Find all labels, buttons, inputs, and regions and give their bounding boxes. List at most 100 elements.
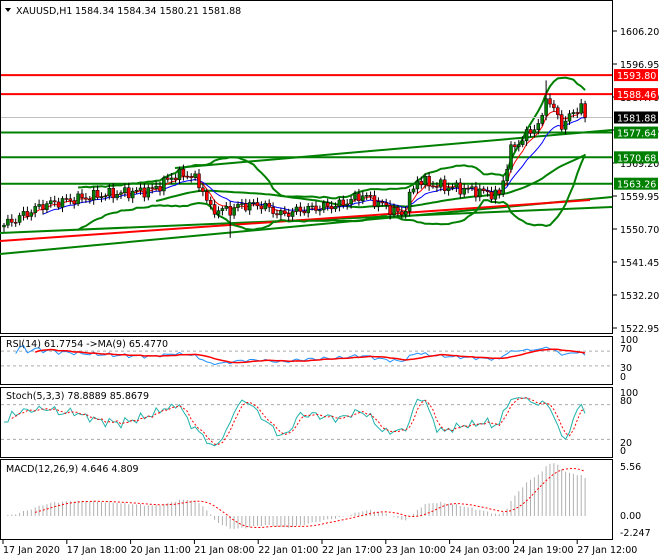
candle bbox=[212, 204, 217, 215]
candle bbox=[306, 205, 310, 214]
candle bbox=[72, 200, 76, 205]
candle bbox=[439, 179, 443, 188]
candle bbox=[372, 195, 377, 207]
candle bbox=[497, 189, 502, 195]
candle bbox=[337, 199, 342, 207]
candle bbox=[392, 207, 396, 215]
candle bbox=[119, 192, 123, 195]
candle bbox=[563, 120, 568, 130]
candle bbox=[517, 144, 521, 148]
candle bbox=[88, 198, 92, 201]
rsi-title: RSI(14) 61.7754 ->MA(9) 65.4770 bbox=[6, 339, 168, 350]
candle bbox=[501, 180, 505, 195]
candle bbox=[380, 201, 385, 204]
candle bbox=[407, 191, 412, 212]
candle bbox=[423, 175, 427, 186]
candle bbox=[396, 207, 400, 212]
time-axis-label: 20 Jan 11:00 bbox=[131, 545, 191, 556]
stoch-title: Stoch(5,3,3) 78.8889 85.8679 bbox=[6, 391, 149, 402]
candle bbox=[481, 188, 486, 191]
candle bbox=[345, 203, 349, 206]
candle bbox=[509, 144, 513, 170]
candle bbox=[364, 194, 369, 197]
candle bbox=[505, 169, 509, 182]
candle bbox=[197, 173, 201, 189]
candle bbox=[240, 203, 244, 205]
candle bbox=[548, 98, 552, 105]
candle bbox=[540, 115, 544, 124]
macd-axis-label: -2.247 bbox=[620, 528, 651, 539]
macd-axis-label: 5.56 bbox=[620, 462, 641, 473]
price-axis-label: 1550.70 bbox=[620, 225, 659, 236]
candle bbox=[64, 198, 69, 200]
candle bbox=[99, 196, 104, 198]
candle bbox=[236, 203, 240, 208]
stoch-axis-label: 0 bbox=[620, 446, 626, 457]
candle bbox=[442, 179, 447, 191]
candle bbox=[528, 129, 533, 134]
candle bbox=[318, 209, 322, 212]
candle bbox=[107, 187, 112, 197]
candle bbox=[134, 189, 139, 192]
candle bbox=[115, 194, 119, 199]
candle bbox=[275, 213, 279, 216]
price-tag-label: 1563.26 bbox=[617, 180, 656, 191]
candle bbox=[400, 211, 404, 216]
candle bbox=[166, 177, 170, 180]
candle bbox=[45, 203, 49, 210]
candle bbox=[177, 168, 182, 180]
candle bbox=[302, 211, 307, 214]
candle bbox=[95, 190, 100, 198]
time-axis-label: 17 Jan 2020 bbox=[3, 545, 60, 556]
candle bbox=[33, 206, 37, 213]
candle bbox=[559, 114, 564, 130]
candle bbox=[290, 211, 295, 217]
candle bbox=[513, 144, 517, 148]
candle bbox=[25, 211, 30, 217]
candle bbox=[127, 187, 131, 199]
price-axis-label: 1522.95 bbox=[620, 324, 659, 335]
price-tag-label: 1588.46 bbox=[617, 90, 656, 101]
candle bbox=[520, 140, 525, 145]
candle bbox=[244, 203, 248, 211]
candle bbox=[247, 202, 252, 211]
candle bbox=[259, 205, 264, 210]
candle bbox=[103, 195, 108, 198]
candle bbox=[446, 187, 451, 191]
price-tag-label: 1593.80 bbox=[617, 71, 656, 82]
time-axis-label: 24 Jan 03:00 bbox=[450, 545, 510, 556]
candle bbox=[41, 204, 45, 210]
candle bbox=[431, 185, 435, 188]
candle bbox=[333, 206, 338, 210]
candle bbox=[357, 193, 361, 202]
candle bbox=[361, 195, 365, 202]
candle bbox=[571, 112, 576, 114]
candle bbox=[403, 211, 408, 216]
candle bbox=[130, 190, 135, 199]
chart-window[interactable]: 1606.201596.951587.701578.451569.201559.… bbox=[0, 0, 660, 560]
candle bbox=[376, 201, 381, 207]
price-axis-label: 1541.45 bbox=[620, 258, 659, 269]
candle bbox=[353, 193, 357, 200]
candle bbox=[474, 186, 478, 198]
candle bbox=[138, 187, 143, 191]
candle bbox=[279, 210, 283, 216]
candle bbox=[49, 200, 53, 204]
candle bbox=[216, 210, 221, 215]
candle bbox=[310, 205, 314, 208]
candle bbox=[450, 187, 455, 189]
price-tag-label: 1570.68 bbox=[617, 153, 656, 164]
candle bbox=[384, 202, 388, 206]
candle bbox=[567, 113, 572, 122]
candle bbox=[29, 212, 34, 217]
candle bbox=[579, 103, 583, 114]
time-axis-label: 24 Jan 19:00 bbox=[513, 545, 573, 556]
candle bbox=[185, 175, 190, 178]
candle bbox=[532, 129, 537, 134]
stoch-axis-label: 80 bbox=[620, 396, 632, 407]
candle bbox=[208, 200, 213, 205]
candle bbox=[485, 190, 490, 193]
candle bbox=[224, 206, 229, 209]
candle bbox=[232, 207, 236, 216]
candle bbox=[56, 201, 61, 208]
